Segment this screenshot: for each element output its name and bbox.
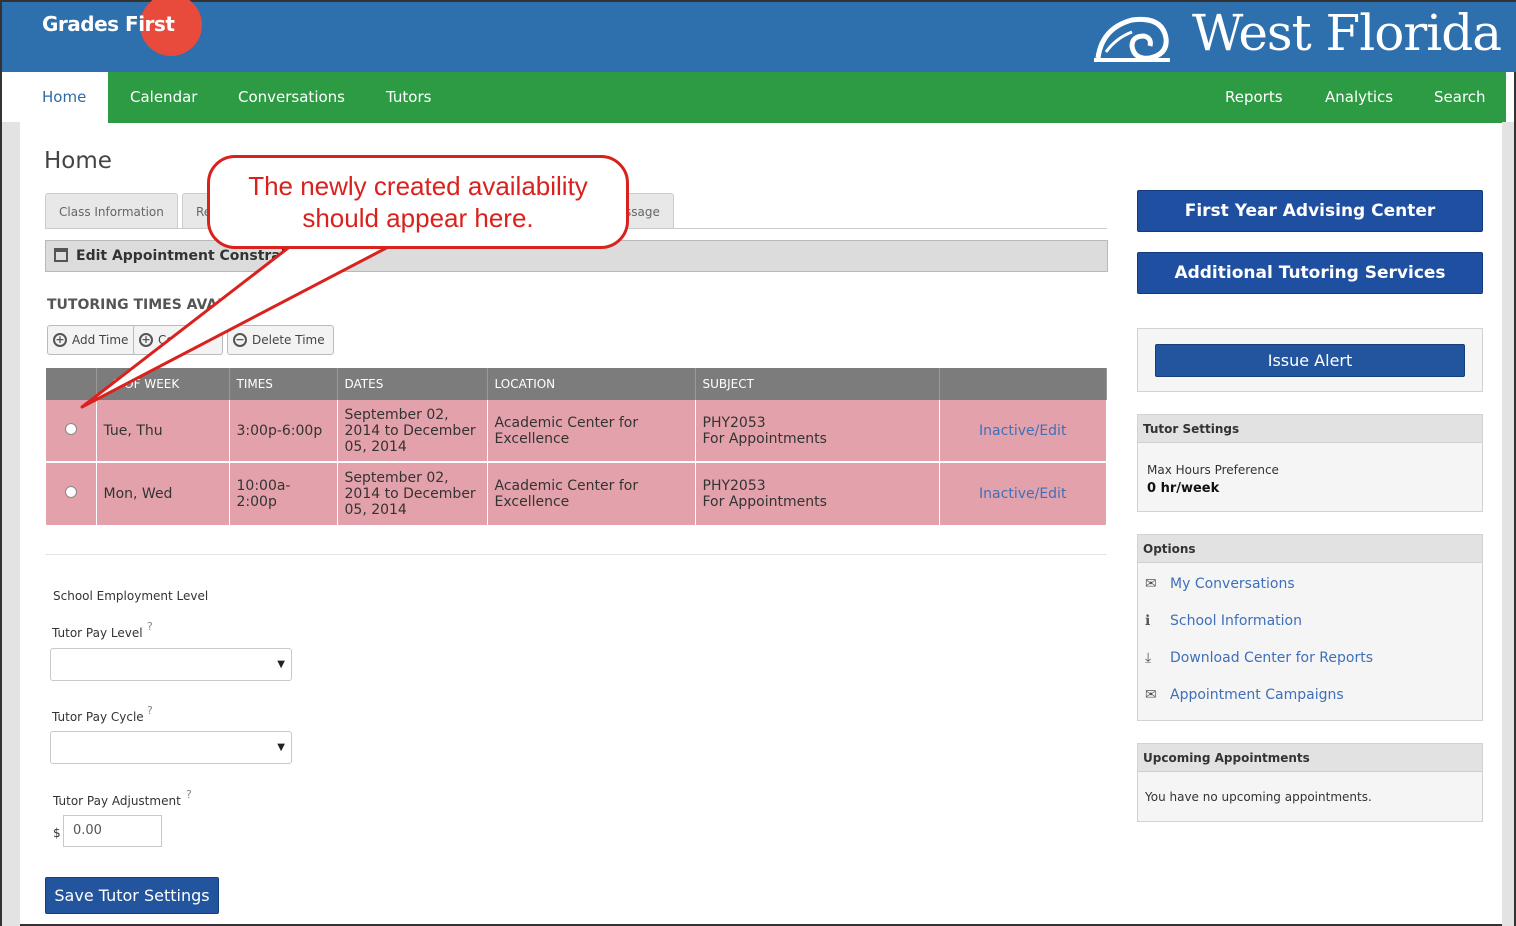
callout-pointer [80, 243, 394, 409]
annotation-text: The newly created availability should ap… [207, 170, 629, 234]
annotation-line-1: The newly created availability [248, 171, 588, 201]
annotation-line-2: should appear here. [302, 203, 534, 233]
